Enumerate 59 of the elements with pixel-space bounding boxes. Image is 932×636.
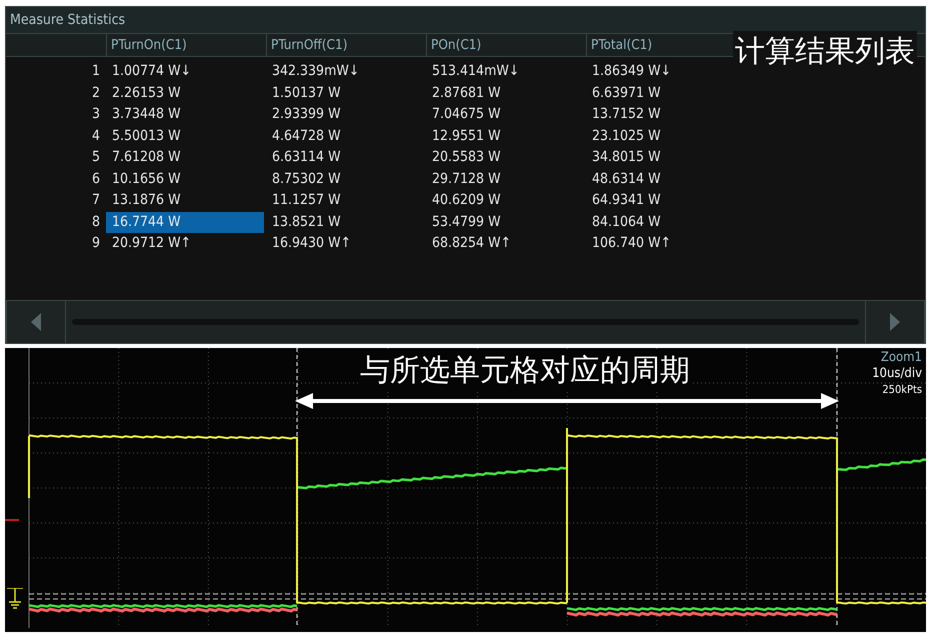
table-cell[interactable]: 6.63971 W bbox=[586, 82, 661, 104]
left-arrow-icon bbox=[31, 313, 41, 331]
zoom-label: Zoom1 bbox=[880, 350, 922, 366]
scroll-left-button[interactable] bbox=[6, 301, 66, 343]
table-cell[interactable]: 2.93399 W bbox=[266, 104, 341, 126]
panel-title: Measure Statistics bbox=[10, 12, 126, 28]
table-cell[interactable]: 6.63114 W bbox=[266, 147, 341, 168]
table-cell[interactable]: 84.1064 W bbox=[586, 212, 661, 233]
table-cell[interactable]: 40.6209 W bbox=[426, 190, 501, 212]
table-cell[interactable]: 1.86349 W↓ bbox=[586, 61, 672, 82]
table-cell[interactable]: 342.339mW↓ bbox=[266, 61, 360, 82]
row-number: 9 bbox=[90, 234, 101, 253]
table-cell[interactable]: 4.64728 W bbox=[266, 126, 341, 147]
table-cell[interactable]: 16.9430 W↑ bbox=[266, 233, 352, 254]
column-header: PTurnOn(C1) bbox=[106, 34, 266, 56]
table-cell[interactable]: 2.26153 W bbox=[106, 82, 181, 104]
table-cell[interactable]: 10.1656 W bbox=[106, 168, 181, 190]
row-number: 6 bbox=[90, 170, 101, 188]
points-label: 250kPts bbox=[882, 382, 922, 396]
right-arrow-icon bbox=[890, 313, 900, 331]
ground-icon bbox=[7, 588, 23, 610]
row-number: 4 bbox=[90, 126, 101, 146]
table-cell[interactable]: 34.8015 W bbox=[586, 147, 661, 168]
table-cell[interactable]: 1.50137 W bbox=[266, 82, 341, 104]
row-number: 3 bbox=[90, 105, 101, 124]
table-cell[interactable]: 8.75302 W bbox=[266, 168, 341, 190]
table-cell[interactable]: 5.50013 W bbox=[106, 126, 181, 147]
row-number: 1 bbox=[90, 62, 101, 81]
row-number: 5 bbox=[90, 148, 101, 167]
scroll-right-button[interactable] bbox=[865, 301, 925, 343]
row-number: 8 bbox=[90, 212, 101, 232]
table-cell[interactable]: 48.6314 W bbox=[586, 168, 661, 190]
row-number: 2 bbox=[90, 84, 101, 102]
table-cell[interactable]: 7.61208 W bbox=[106, 147, 181, 168]
table-cell[interactable]: 20.9712 W↑ bbox=[106, 233, 192, 254]
table-cell[interactable]: 16.7744 W bbox=[106, 212, 264, 233]
table-cell[interactable]: 2.87681 W bbox=[426, 82, 501, 104]
table-cell[interactable]: 53.4799 W bbox=[426, 212, 501, 233]
column-header: POn(C1) bbox=[426, 34, 586, 56]
table-cell[interactable]: 13.8521 W bbox=[266, 212, 341, 233]
double-arrow-icon bbox=[295, 393, 839, 409]
table-cell[interactable]: 7.04675 W bbox=[426, 104, 501, 126]
table-cell[interactable]: 23.1025 W bbox=[586, 126, 661, 147]
table-cell[interactable]: 20.5583 W bbox=[426, 147, 501, 168]
row-number: 7 bbox=[90, 191, 101, 210]
timebase-label: 10us/div bbox=[872, 366, 922, 382]
table-cell[interactable]: 12.9551 W bbox=[426, 126, 501, 147]
table-cell[interactable]: 64.9341 W bbox=[586, 190, 661, 212]
table-cell[interactable]: 11.1257 W bbox=[266, 190, 341, 212]
table-cell[interactable]: 1.00774 W↓ bbox=[106, 61, 192, 82]
table-cell[interactable]: 3.73448 W bbox=[106, 104, 181, 126]
column-header: PTurnOff(C1) bbox=[266, 34, 426, 56]
table-cell[interactable]: 29.7128 W bbox=[426, 168, 501, 190]
table-cell[interactable]: 513.414mW↓ bbox=[426, 61, 520, 82]
table-cell[interactable]: 13.7152 W bbox=[586, 104, 661, 126]
table-cell[interactable]: 13.1876 W bbox=[106, 190, 181, 212]
table-cell[interactable]: 68.8254 W↑ bbox=[426, 233, 512, 254]
period-annotation: 与所选单元格对应的周期 bbox=[360, 350, 690, 391]
table-cell[interactable]: 106.740 W↑ bbox=[586, 233, 672, 254]
